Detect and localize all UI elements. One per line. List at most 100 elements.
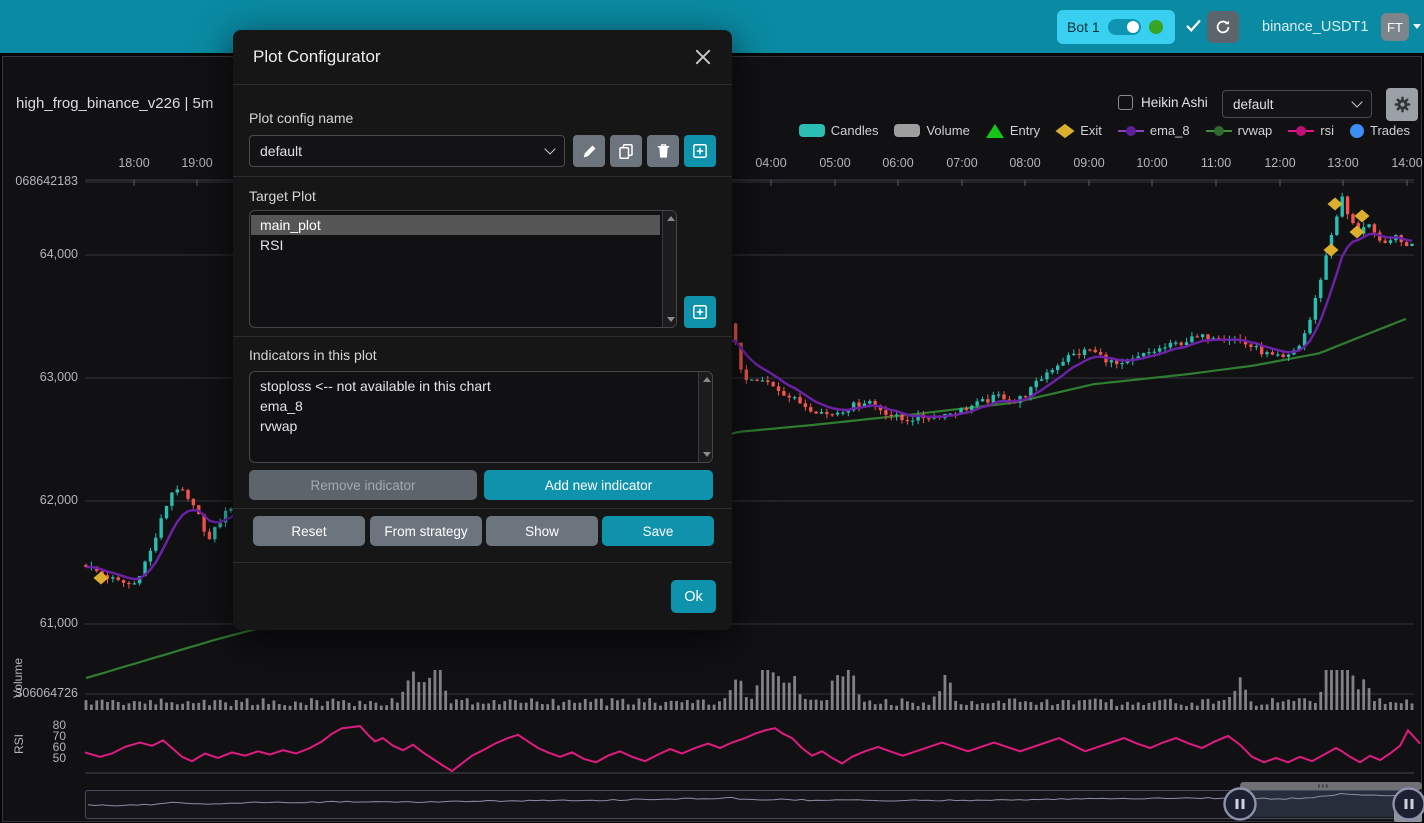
rsi-axis-title: RSI bbox=[12, 724, 26, 764]
y-axis-tick-label: 62,000 bbox=[0, 493, 78, 507]
x-axis-tick-label: 07:00 bbox=[938, 156, 986, 170]
plot-settings-button[interactable] bbox=[1386, 88, 1418, 121]
legend-item-trades[interactable]: Trades bbox=[1350, 123, 1410, 138]
add-config-button[interactable] bbox=[684, 135, 716, 167]
user-avatar[interactable]: FT bbox=[1381, 13, 1409, 41]
copy-icon bbox=[618, 143, 634, 159]
scroll-up-icon[interactable] bbox=[703, 377, 711, 382]
remove-indicator-button[interactable]: Remove indicator bbox=[249, 470, 477, 500]
legend-item-entry[interactable]: Entry bbox=[986, 123, 1040, 138]
data-zoom-navigator[interactable] bbox=[86, 782, 1424, 822]
x-axis-tick-label: 09:00 bbox=[1065, 156, 1113, 170]
list-item[interactable]: rvwap bbox=[251, 416, 696, 436]
add-new-indicator-button[interactable]: Add new indicator bbox=[484, 470, 713, 500]
y-axis-tick-label: 63,000 bbox=[0, 370, 78, 384]
bot-online-status-icon bbox=[1149, 20, 1163, 34]
legend-item-candles[interactable]: Candles bbox=[799, 123, 879, 138]
chevron-down-icon bbox=[544, 143, 555, 154]
heikin-ashi-toggle[interactable]: Heikin Ashi bbox=[1118, 95, 1208, 110]
volume-bars bbox=[85, 670, 1414, 710]
plot-configurator-modal: Plot Configurator Plot config name defau… bbox=[233, 30, 732, 630]
pencil-icon bbox=[582, 144, 597, 159]
chart-title: high_frog_binance_v226 | 5m bbox=[16, 95, 213, 112]
rvwap-legend-icon bbox=[1206, 125, 1232, 137]
scroll-up-icon[interactable] bbox=[667, 216, 675, 221]
delete-config-button[interactable] bbox=[647, 135, 679, 167]
x-axis-tick-label: 18:00 bbox=[110, 156, 158, 170]
reset-button[interactable]: Reset bbox=[253, 516, 365, 546]
x-axis-tick-label: 10:00 bbox=[1128, 156, 1176, 170]
heikin-ashi-checkbox[interactable] bbox=[1118, 95, 1133, 110]
y-axis-tick-label: 64,000 bbox=[0, 247, 78, 261]
legend-label: Entry bbox=[1010, 123, 1040, 138]
refresh-button[interactable] bbox=[1207, 11, 1239, 43]
trades-legend-icon bbox=[1350, 124, 1364, 138]
legend-label: rsi bbox=[1320, 123, 1334, 138]
scroll-down-icon[interactable] bbox=[703, 452, 711, 457]
legend-item-rsi[interactable]: rsi bbox=[1288, 123, 1334, 138]
indicators-listbox[interactable]: stoploss <-- not available in this chart… bbox=[249, 371, 713, 463]
legend-label: Volume bbox=[926, 123, 969, 138]
volume-axis-title: Volume bbox=[11, 648, 25, 708]
legend-label: ema_8 bbox=[1150, 123, 1190, 138]
config-name-label: Plot config name bbox=[249, 110, 353, 126]
x-axis-tick-label: 14:00 bbox=[1383, 156, 1424, 170]
zoom-drag-handle[interactable] bbox=[1394, 789, 1424, 820]
target-plot-label: Target Plot bbox=[249, 188, 316, 204]
save-button[interactable]: Save bbox=[602, 516, 714, 546]
config-name-select-value: default bbox=[260, 143, 302, 159]
from-strategy-button[interactable]: From strategy bbox=[370, 516, 482, 546]
add-plot-button[interactable] bbox=[684, 296, 716, 328]
scrollbar[interactable] bbox=[698, 372, 712, 462]
pair-name: binance_USDT1 bbox=[1262, 19, 1368, 35]
plus-square-icon bbox=[692, 304, 708, 320]
refresh-icon bbox=[1215, 19, 1231, 35]
list-item[interactable]: main_plot bbox=[251, 215, 660, 235]
target-plot-listbox[interactable]: main_plotRSI bbox=[249, 210, 677, 328]
show-button[interactable]: Show bbox=[486, 516, 598, 546]
chart-legend: Candles Volume Entry Exit ema_8 rvwap rsi Trade… bbox=[799, 123, 1410, 138]
app-root: high_frog_binance_v226 | 5m 18:0019:0004… bbox=[0, 0, 1424, 823]
duplicate-config-button[interactable] bbox=[610, 135, 642, 167]
legend-item-exit[interactable]: Exit bbox=[1056, 123, 1102, 138]
config-name-select[interactable]: default bbox=[249, 135, 565, 167]
scrollbar[interactable] bbox=[662, 211, 676, 327]
rsi-legend-icon bbox=[1288, 125, 1314, 137]
legend-item-ema_8[interactable]: ema_8 bbox=[1118, 123, 1190, 138]
horizontal-scrollbar[interactable] bbox=[1240, 782, 1422, 790]
ema_8-legend-icon bbox=[1118, 125, 1144, 137]
modal-title: Plot Configurator bbox=[253, 47, 381, 67]
zoom-selected-range[interactable] bbox=[1240, 791, 1409, 817]
x-axis-tick-label: 05:00 bbox=[811, 156, 859, 170]
scroll-down-icon[interactable] bbox=[667, 317, 675, 322]
legend-label: Trades bbox=[1370, 123, 1410, 138]
zoom-drag-handle[interactable] bbox=[1225, 789, 1256, 820]
bot-selector[interactable]: Bot 1 bbox=[1057, 10, 1175, 44]
bot-toggle[interactable] bbox=[1108, 19, 1141, 35]
chevron-down-icon bbox=[1351, 96, 1362, 107]
list-item[interactable]: stoploss <-- not available in this chart bbox=[251, 376, 696, 396]
bot-name: Bot 1 bbox=[1067, 19, 1100, 35]
chevron-down-icon bbox=[1413, 24, 1421, 29]
rename-config-button[interactable] bbox=[573, 135, 605, 167]
x-axis-tick-label: 11:00 bbox=[1192, 156, 1240, 170]
legend-label: Exit bbox=[1080, 123, 1102, 138]
list-item[interactable]: ema_8 bbox=[251, 396, 696, 416]
entry-legend-icon bbox=[986, 124, 1004, 138]
legend-item-volume[interactable]: Volume bbox=[894, 123, 969, 138]
close-button[interactable] bbox=[690, 44, 716, 70]
volume-legend-icon bbox=[894, 124, 920, 137]
rsi-axis-tick-label: 50 bbox=[0, 751, 66, 765]
list-item[interactable]: RSI bbox=[251, 235, 660, 255]
legend-item-rvwap[interactable]: rvwap bbox=[1206, 123, 1273, 138]
indicators-label: Indicators in this plot bbox=[249, 347, 377, 363]
legend-label: rvwap bbox=[1238, 123, 1273, 138]
y-axis-tick-label: 61,000 bbox=[0, 616, 78, 630]
gear-icon bbox=[1394, 96, 1411, 113]
ok-button[interactable]: Ok bbox=[671, 580, 716, 613]
trash-icon bbox=[656, 143, 671, 159]
x-axis-tick-label: 12:00 bbox=[1256, 156, 1304, 170]
plot-config-select[interactable]: default bbox=[1222, 90, 1372, 118]
y-axis-tick-label: 068642183 bbox=[0, 174, 78, 188]
exit-legend-icon bbox=[1056, 123, 1075, 137]
